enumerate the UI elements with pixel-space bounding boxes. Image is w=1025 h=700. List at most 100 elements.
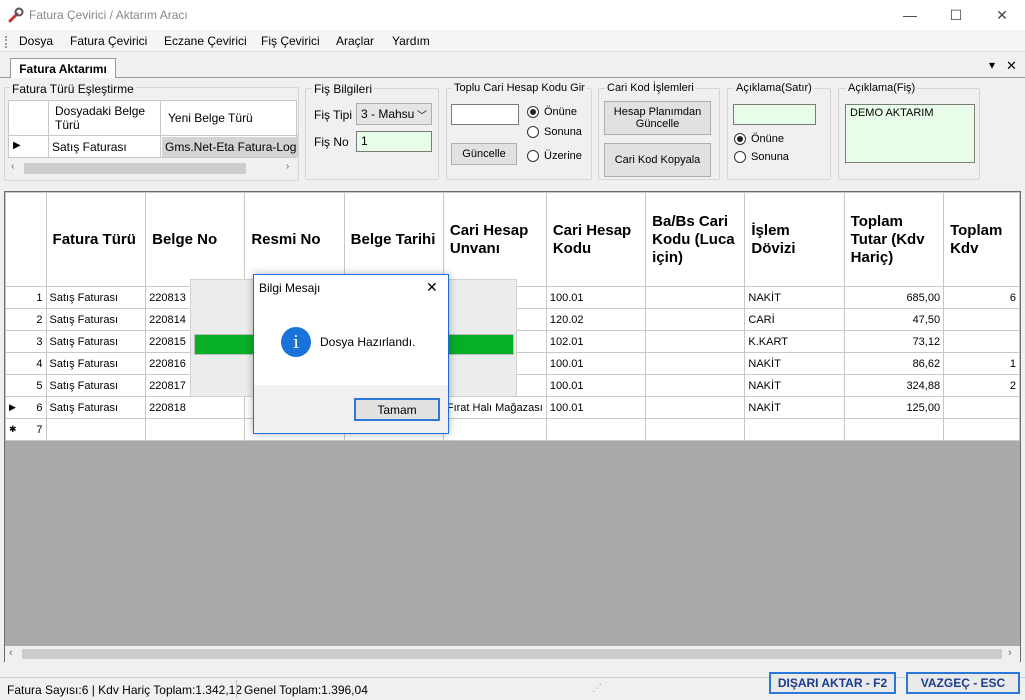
scroll-left-icon[interactable]: ‹ (11, 161, 14, 172)
col-cari-unvan[interactable]: Cari Hesap Unvanı (442, 192, 547, 287)
cell-kdv[interactable] (943, 330, 1020, 353)
cell-tur[interactable]: Satış Faturası (45, 396, 147, 419)
col-islem-dovizi[interactable]: İşlem Dövizi (744, 192, 845, 287)
grid-hscroll[interactable]: ‹ › (5, 646, 1020, 662)
cell-kod[interactable]: 120.02 (545, 308, 647, 331)
fatura-turu-row-source[interactable]: Satış Faturası (49, 136, 161, 158)
aciklama-satir-input[interactable] (733, 104, 816, 125)
cell-unvan[interactable] (442, 418, 547, 441)
disari-aktar-button[interactable]: DIŞARI AKTAR - F2 (769, 672, 896, 694)
cell-tur[interactable]: Satış Faturası (45, 352, 147, 375)
tab-fatura-aktarimi[interactable]: Fatura Aktarımı (10, 58, 116, 78)
cell-tutar[interactable]: 125,00 (843, 396, 945, 419)
cell-belge[interactable] (145, 418, 246, 441)
resize-grip-icon[interactable]: ⋰ (592, 683, 602, 694)
toplu-onune-radio[interactable] (527, 106, 539, 118)
row-header[interactable]: 3 (5, 330, 47, 353)
scroll-left-icon[interactable]: ‹ (9, 647, 13, 659)
cell-babs[interactable] (645, 396, 746, 419)
cell-tutar[interactable]: 685,00 (843, 286, 945, 309)
cell-kdv[interactable] (943, 418, 1020, 441)
dialog-ok-button[interactable]: Tamam (354, 398, 440, 421)
cell-babs[interactable] (645, 418, 746, 441)
dialog-close-icon[interactable]: ✕ (426, 279, 438, 296)
cell-tutar[interactable]: 86,62 (843, 352, 945, 375)
cell-tutar[interactable]: 324,88 (843, 374, 945, 397)
cell-doviz[interactable]: NAKİT (744, 352, 845, 375)
satir-sonuna-radio[interactable] (734, 151, 746, 163)
cell-kod[interactable] (545, 418, 647, 441)
cell-tutar[interactable]: 47,50 (843, 308, 945, 331)
col-toplam-kdv[interactable]: Toplam Kdv (943, 192, 1020, 287)
scroll-thumb[interactable] (22, 649, 1002, 659)
vazgec-button[interactable]: VAZGEÇ - ESC (906, 672, 1020, 694)
cell-doviz[interactable]: K.KART (744, 330, 845, 353)
menu-araclar[interactable]: Araçlar (336, 34, 374, 48)
menu-fatura-cevirici[interactable]: Fatura Çevirici (70, 34, 147, 48)
row-header[interactable]: ▶ 6 (5, 396, 47, 419)
cell-doviz[interactable]: CARİ (744, 308, 845, 331)
menu-dosya[interactable]: Dosya (19, 34, 53, 48)
cell-doviz[interactable] (744, 418, 845, 441)
fatura-turu-row-target[interactable]: Gms.Net-Eta Fatura-Log (162, 137, 298, 157)
col-belge-no[interactable]: Belge No (145, 192, 246, 287)
col-belge-tarihi[interactable]: Belge Tarihi (343, 192, 444, 287)
cell-unvan[interactable]: Fırat Halı Mağazası (442, 396, 547, 419)
col-toplam-tutar[interactable]: Toplam Tutar (Kdv Hariç) (843, 192, 945, 287)
row-header[interactable]: 2 (5, 308, 47, 331)
cell-kdv[interactable] (943, 396, 1020, 419)
toplu-uzerine-radio[interactable] (527, 150, 539, 162)
col-cari-kodu[interactable]: Cari Hesap Kodu (545, 192, 647, 287)
fis-tipi-select[interactable]: 3 - Mahsu ﹀ (356, 103, 432, 125)
cell-kod[interactable]: 100.01 (545, 352, 647, 375)
cell-tur[interactable] (45, 418, 147, 441)
toplu-cari-input[interactable] (451, 104, 519, 125)
menu-yardim[interactable]: Yardım (392, 34, 430, 48)
maximize-button[interactable]: ☐ (933, 0, 979, 30)
cell-doviz[interactable]: NAKİT (744, 374, 845, 397)
menu-fis-cevirici[interactable]: Fiş Çevirici (261, 34, 320, 48)
aciklama-fis-textarea[interactable]: DEMO AKTARIM (845, 104, 975, 163)
cell-babs[interactable] (645, 286, 746, 309)
cell-kdv[interactable]: 6 (943, 286, 1020, 309)
hesap-plani-guncelle-button[interactable]: Hesap Planımdan Güncelle (604, 101, 711, 135)
col-fatura-turu[interactable]: Fatura Türü (45, 192, 147, 287)
toplu-sonuna-radio[interactable] (527, 126, 539, 138)
cell-tur[interactable]: Satış Faturası (45, 308, 147, 331)
cell-babs[interactable] (645, 374, 746, 397)
cell-belge[interactable]: 220818 (145, 396, 246, 419)
cell-doviz[interactable]: NAKİT (744, 286, 845, 309)
scroll-right-icon[interactable]: › (1008, 647, 1012, 659)
tab-dropdown-icon[interactable]: ▾ (989, 58, 995, 72)
row-header[interactable]: 1 (5, 286, 47, 309)
table-row[interactable]: ▶ 6 Satış Faturası 220818 Fırat Halı Mağazas… (5, 396, 1020, 419)
col-babs-kodu[interactable]: Ba/Bs Cari Kodu (Luca için) (645, 192, 746, 287)
cell-kod[interactable]: 100.01 (545, 396, 647, 419)
scroll-right-icon[interactable]: › (286, 161, 289, 172)
table-row[interactable]: ✱ 7 (5, 418, 1020, 441)
fatura-turu-hscroll[interactable]: ‹ › (8, 160, 297, 177)
scroll-thumb[interactable] (24, 163, 246, 174)
cell-kdv[interactable] (943, 308, 1020, 331)
cell-kdv[interactable]: 1 (943, 352, 1020, 375)
guncelle-button[interactable]: Güncelle (451, 143, 517, 165)
cell-doviz[interactable]: NAKİT (744, 396, 845, 419)
cell-kod[interactable]: 100.01 (545, 374, 647, 397)
cari-kod-kopyala-button[interactable]: Cari Kod Kopyala (604, 143, 711, 177)
col-resmi-no[interactable]: Resmi No (244, 192, 345, 287)
cell-tur[interactable]: Satış Faturası (45, 330, 147, 353)
fis-no-input[interactable]: 1 (356, 131, 432, 152)
cell-babs[interactable] (645, 352, 746, 375)
cell-babs[interactable] (645, 308, 746, 331)
close-window-button[interactable]: ✕ (979, 0, 1025, 30)
cell-tur[interactable]: Satış Faturası (45, 286, 147, 309)
cell-kod[interactable]: 100.01 (545, 286, 647, 309)
cell-tutar[interactable]: 73,12 (843, 330, 945, 353)
tab-close-icon[interactable]: ✕ (1006, 58, 1017, 74)
row-header[interactable]: ✱ 7 (5, 418, 47, 441)
row-header[interactable]: 5 (5, 374, 47, 397)
menu-eczane-cevirici[interactable]: Eczane Çevirici (164, 34, 247, 48)
minimize-button[interactable]: — (887, 0, 933, 30)
row-header[interactable]: 4 (5, 352, 47, 375)
satir-onune-radio[interactable] (734, 133, 746, 145)
